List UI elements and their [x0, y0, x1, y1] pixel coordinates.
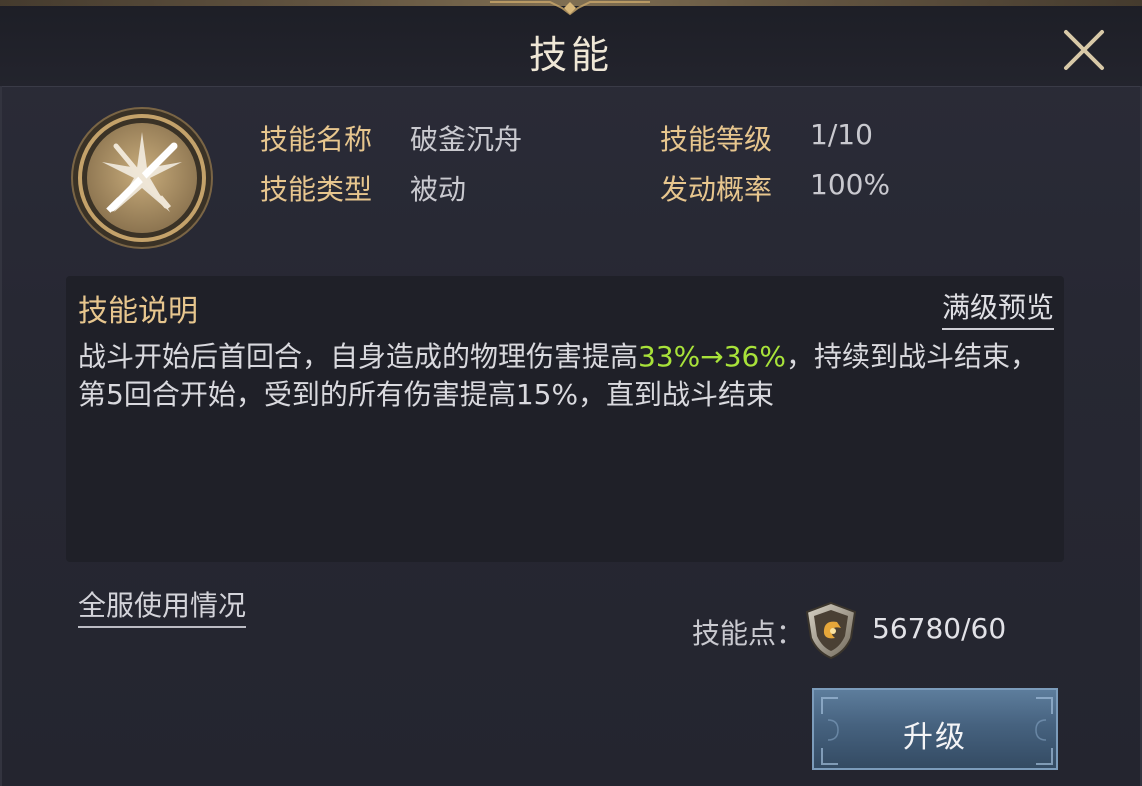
server-usage-link[interactable]: 全服使用情况	[78, 584, 247, 628]
trim-ornament-icon	[490, 1, 650, 16]
max-level-preview-link[interactable]: 满级预览	[941, 286, 1054, 330]
trigger-chance-label: 发动概率	[660, 173, 773, 206]
description-box: 技能说明 满级预览 战斗开始后首回合，自身造成的物理伤害提高33%→36%，持续…	[66, 276, 1064, 562]
page-title: 技能	[528, 33, 613, 77]
skill-panel: 技能 技能名称 破釜沉舟 技能类型 被动 技能等级 1/10 发动概率 100%…	[0, 0, 1142, 786]
description-text: 战斗开始后首回合，自身造成的物理伤害提高33%→36%，持续到战斗结束，第5回合…	[78, 338, 1048, 414]
description-title: 技能说明	[78, 294, 198, 329]
upgrade-button-label: 升级	[903, 720, 967, 755]
crossed-swords-icon	[71, 107, 213, 249]
title-bar: 技能	[0, 0, 1142, 87]
skill-level-label: 技能等级	[660, 123, 773, 156]
skill-name-value: 破釜沉舟	[410, 123, 523, 156]
shield-icon	[805, 601, 857, 660]
skill-name-label: 技能名称	[260, 123, 373, 156]
skill-points-value: 56780/60	[872, 612, 1007, 645]
description-text-part1: 战斗开始后首回合，自身造成的物理伤害提高	[78, 340, 639, 373]
upgrade-button[interactable]: 升级	[812, 688, 1058, 770]
close-icon[interactable]	[1058, 24, 1110, 76]
skill-points-label: 技能点：	[692, 617, 805, 650]
skill-type-label: 技能类型	[260, 173, 373, 206]
damage-boost-highlight: 33%→36%	[638, 340, 786, 373]
skill-level-value: 1/10	[810, 118, 873, 151]
skill-type-value: 被动	[410, 173, 467, 206]
trigger-chance-value: 100%	[810, 168, 891, 201]
